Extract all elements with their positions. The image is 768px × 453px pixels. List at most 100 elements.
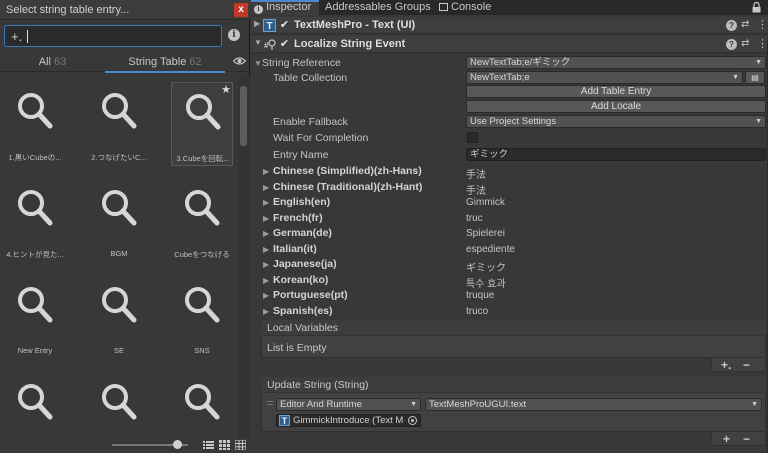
runtime-mode-dropdown[interactable]: Editor And Runtime ▼ <box>276 398 421 411</box>
search-box[interactable]: +. <box>4 25 222 47</box>
entry-item[interactable]: お問い合わせ <box>88 373 150 438</box>
tab-string-table[interactable]: String Table 62 <box>105 52 225 73</box>
table-collection-dropdown[interactable]: NewTextTab;e ▼ <box>466 71 743 84</box>
collapse-arrow-icon[interactable]: ▶ <box>254 19 260 28</box>
entry-item[interactable]: 3.Cubeを回転... ★ <box>171 82 233 166</box>
search-input[interactable] <box>31 28 217 44</box>
entry-item[interactable]: SE <box>88 276 150 360</box>
component-header-localize-string-event[interactable]: ▼ # ✔ Localize String Event ? ⇄ ⋮ <box>251 36 768 53</box>
locale-row[interactable]: ▶ Chinese (Traditional)(zh-Hant) 手法 <box>251 180 768 197</box>
locale-value: 手法 <box>466 170 486 181</box>
grid-scrollbar-thumb[interactable] <box>240 86 247 146</box>
table-editor-icon: ▤ <box>751 73 759 82</box>
locale-foldout-icon[interactable]: ▶ <box>263 167 269 176</box>
star-icon[interactable]: ★ <box>221 83 231 96</box>
locale-row[interactable]: ▶ Portuguese(pt) truque <box>251 288 768 303</box>
component-header-textmeshpro[interactable]: ▶ T ✔ TextMeshPro - Text (UI) ? ⇄ ⋮ <box>251 17 768 34</box>
eye-icon[interactable] <box>233 56 246 66</box>
tab-console-label: Console <box>451 1 492 13</box>
open-table-editor-button[interactable]: ▤ <box>745 71 765 84</box>
locale-foldout-icon[interactable]: ▶ <box>263 198 269 207</box>
close-button[interactable]: x <box>234 3 248 17</box>
grid-large-icon[interactable] <box>235 440 246 450</box>
text-caret <box>27 30 28 43</box>
locale-row[interactable]: ▶ Italian(it) espediente <box>251 242 768 257</box>
console-tab-icon <box>439 3 448 11</box>
add-table-entry-button[interactable]: Add Table Entry <box>466 85 766 98</box>
entry-item[interactable]: 1.黒いCubeの... <box>4 82 66 166</box>
list-view-icon[interactable] <box>203 440 214 450</box>
target-object-field[interactable]: T GimmickIntroduce (Text M <box>276 414 421 427</box>
locale-row[interactable]: ▶ German(de) Spielerei <box>251 226 768 241</box>
locale-value: ギミック <box>466 263 506 274</box>
help-icon[interactable]: ? <box>726 20 737 31</box>
component-enabled-checkbox[interactable]: ✔ <box>279 20 290 31</box>
search-add-icon[interactable]: +. <box>11 29 22 44</box>
zoom-slider-handle[interactable] <box>172 440 182 449</box>
entry-item[interactable]: BGM <box>88 179 150 263</box>
locale-name: Chinese (Simplified)(zh-Hans) <box>273 165 422 177</box>
locale-foldout-icon[interactable]: ▶ <box>263 276 269 285</box>
inspector-panel: i Inspector Addressables Groups Console ▶… <box>251 0 768 453</box>
locale-row[interactable]: ▶ Japanese(ja) ギミック <box>251 257 768 274</box>
locale-foldout-icon[interactable]: ▶ <box>263 260 269 269</box>
presets-icon[interactable]: ⇄ <box>741 19 749 30</box>
help-icon[interactable]: ? <box>726 39 737 50</box>
more-menu-icon[interactable]: ⋮ <box>757 18 768 31</box>
locale-name: English(en) <box>273 196 331 208</box>
enable-fallback-value: Use Project Settings <box>470 116 557 127</box>
entry-name-field[interactable]: ギミック <box>466 148 766 161</box>
remove-variable-button[interactable]: − <box>743 358 750 372</box>
entry-item[interactable]: New Entry <box>4 276 66 360</box>
lock-icon[interactable] <box>752 2 761 13</box>
add-variable-button[interactable]: +. <box>721 358 731 372</box>
locale-foldout-icon[interactable]: ▶ <box>263 183 269 192</box>
entry-item[interactable]: 4.ヒントが見た... <box>4 179 66 263</box>
locale-row[interactable]: ▶ Chinese (Simplified)(zh-Hans) 手法 <box>251 164 768 181</box>
text-component-icon: T <box>263 19 276 32</box>
locale-foldout-icon[interactable]: ▶ <box>263 307 269 316</box>
tab-inspector[interactable]: i Inspector <box>251 0 319 15</box>
string-reference-dropdown[interactable]: NewTextTab;e/ギミック ▼ <box>466 56 766 69</box>
add-locale-button[interactable]: Add Locale <box>466 100 766 113</box>
expand-arrow-icon[interactable]: ▼ <box>254 38 262 47</box>
svg-text:#: # <box>264 41 269 50</box>
object-picker-icon[interactable] <box>408 416 417 425</box>
function-dropdown[interactable]: TextMeshProUGUI.text ▼ <box>425 398 762 411</box>
locale-foldout-icon[interactable]: ▶ <box>263 291 269 300</box>
locale-row[interactable]: ▶ Korean(ko) 특수 효과 <box>251 273 768 290</box>
entry-item[interactable]: Cubeをつなげる <box>171 179 233 263</box>
locale-foldout-icon[interactable]: ▶ <box>263 229 269 238</box>
locale-row[interactable]: ▶ Spanish(es) truco <box>251 304 768 319</box>
locale-row[interactable]: ▶ English(en) Gimmick <box>251 195 768 210</box>
tab-console[interactable]: Console <box>439 0 491 15</box>
locale-row[interactable]: ▶ French(fr) truc <box>251 211 768 226</box>
drag-handle[interactable] <box>267 398 273 428</box>
info-icon[interactable]: i <box>228 29 240 41</box>
entry-item[interactable]: 2.つなげたいC... <box>88 82 150 166</box>
table-collection-label: Table Collection <box>273 72 348 84</box>
entry-item[interactable]: SNS <box>171 276 233 360</box>
entry-item[interactable]: はい <box>171 373 233 438</box>
locale-value: Gimmick <box>466 197 505 208</box>
tab-all-label: All <box>38 56 51 68</box>
locale-foldout-icon[interactable]: ▶ <box>263 214 269 223</box>
target-object-value: GimmickIntroduce (Text M <box>293 415 404 426</box>
entry-item[interactable]: いいえ <box>4 373 66 438</box>
tab-addressables-groups[interactable]: Addressables Groups <box>325 0 431 15</box>
presets-icon[interactable]: ⇄ <box>741 38 749 49</box>
locale-foldout-icon[interactable]: ▶ <box>263 245 269 254</box>
add-listener-button[interactable]: + <box>723 432 730 446</box>
search-magnifier-icon <box>184 286 220 324</box>
remove-listener-button[interactable]: − <box>743 432 750 446</box>
locale-value: Spielerei <box>466 228 505 239</box>
tab-all[interactable]: All 63 <box>0 52 105 72</box>
enable-fallback-dropdown[interactable]: Use Project Settings ▼ <box>466 115 766 128</box>
grid-scrollbar[interactable] <box>238 76 250 438</box>
search-magnifier-icon <box>101 189 137 227</box>
localize-event-icon: # <box>264 39 276 50</box>
grid-view-icon[interactable] <box>219 440 230 450</box>
string-reference-foldout-icon[interactable]: ▼ <box>254 59 262 68</box>
component-enabled-checkbox[interactable]: ✔ <box>279 39 290 50</box>
wait-for-completion-checkbox[interactable] <box>467 132 478 143</box>
